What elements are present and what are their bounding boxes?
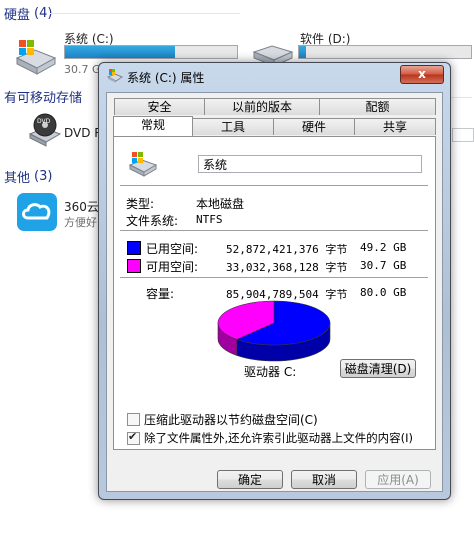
index-label[interactable]: 除了文件属性外,还允许索引此驱动器上文件的内容(I)	[144, 430, 413, 446]
section-count: (3)	[34, 169, 53, 184]
check-icon: ✔	[128, 430, 138, 443]
capacity-label: 容量:	[146, 287, 175, 301]
dialog-client-area: 安全 以前的版本 配额 常规 工具 硬件 共享 系统 类型: 本地磁盘 文件系统…	[106, 92, 443, 492]
compress-checkbox[interactable]	[127, 413, 140, 426]
dvd-drive-bar	[452, 128, 474, 142]
system-drive-free-text: 30.7 G	[64, 63, 101, 76]
dvd-drive-icon[interactable]: DVD	[28, 112, 62, 148]
tab-sharing[interactable]: 共享	[354, 118, 436, 135]
drive-properties-dialog: 系统 (C:) 属性 x 安全 以前的版本 配额 常规 工具 硬件 共享 系统 …	[98, 62, 451, 500]
dialog-title: 系统 (C:) 属性	[127, 71, 205, 85]
cloud-drive-icon[interactable]	[16, 192, 58, 232]
removable-section-header[interactable]: 有可移动存储	[4, 87, 82, 106]
close-button[interactable]: x	[400, 65, 444, 84]
section-title: 有可移动存储	[4, 91, 83, 106]
used-space-gb: 49.2 GB	[360, 241, 407, 254]
cloud-drive-name[interactable]: 360云	[64, 198, 99, 215]
used-space-bytes: 52,872,421,376 字节	[226, 243, 348, 256]
tab-security[interactable]: 安全	[114, 98, 205, 115]
apply-button[interactable]: 应用(A)	[365, 470, 431, 489]
index-checkbox[interactable]: ✔	[127, 430, 140, 445]
disk-usage-pie-chart	[217, 300, 331, 362]
free-space-swatch	[127, 259, 141, 273]
file-system-label: 文件系统:	[126, 214, 179, 228]
tab-hardware[interactable]: 硬件	[273, 118, 355, 135]
dvd-drive-name[interactable]: DVD R	[64, 126, 103, 140]
cancel-button[interactable]: 取消	[291, 470, 357, 489]
hard-disk-section-header[interactable]: 硬盘 (4)	[4, 4, 52, 23]
drive-icon	[128, 152, 158, 177]
ok-button[interactable]: 确定	[217, 470, 283, 489]
system-drive-icon[interactable]	[13, 38, 59, 76]
separator	[120, 185, 428, 187]
dvd-icon-label: DVD	[37, 118, 51, 125]
dialog-titlebar[interactable]: 系统 (C:) 属性 x	[99, 63, 450, 89]
cloud-drive-subtitle: 方便好	[64, 216, 97, 229]
other-section-header[interactable]: 其他 (3)	[4, 167, 52, 186]
used-space-swatch	[127, 241, 141, 255]
type-label: 类型:	[126, 197, 155, 211]
section-title: 其他	[4, 171, 31, 186]
section-divider	[450, 97, 472, 98]
file-system-value: NTFS	[196, 213, 223, 226]
disk-cleanup-button[interactable]: 磁盘清理(D)	[340, 359, 416, 378]
separator	[120, 277, 428, 279]
close-icon: x	[418, 67, 426, 81]
used-space-label: 已用空间:	[146, 242, 199, 256]
capacity-gb: 80.0 GB	[360, 286, 407, 299]
drive-letter-label: 驱动器 C:	[244, 365, 297, 379]
system-drive-usage-bar	[64, 45, 238, 59]
separator	[120, 230, 428, 232]
tab-previous-versions[interactable]: 以前的版本	[204, 98, 320, 115]
tab-general[interactable]: 常规	[113, 116, 193, 136]
tab-tools[interactable]: 工具	[192, 118, 274, 135]
section-title: 硬盘	[4, 8, 31, 23]
type-value: 本地磁盘	[196, 197, 245, 211]
free-space-bytes: 33,032,368,128 字节	[226, 261, 348, 274]
section-divider	[50, 13, 240, 14]
general-tab-panel: 系统 类型: 本地磁盘 文件系统: NTFS 已用空间: 52,872,421,…	[113, 136, 436, 450]
free-space-label: 可用空间:	[146, 260, 199, 274]
software-drive-usage-bar	[298, 45, 472, 59]
compress-label[interactable]: 压缩此驱动器以节约磁盘空间(C)	[144, 411, 318, 428]
free-space-gb: 30.7 GB	[360, 259, 407, 272]
volume-name-input[interactable]: 系统	[198, 155, 422, 173]
drive-icon	[107, 69, 123, 83]
tab-quota[interactable]: 配额	[319, 98, 436, 115]
